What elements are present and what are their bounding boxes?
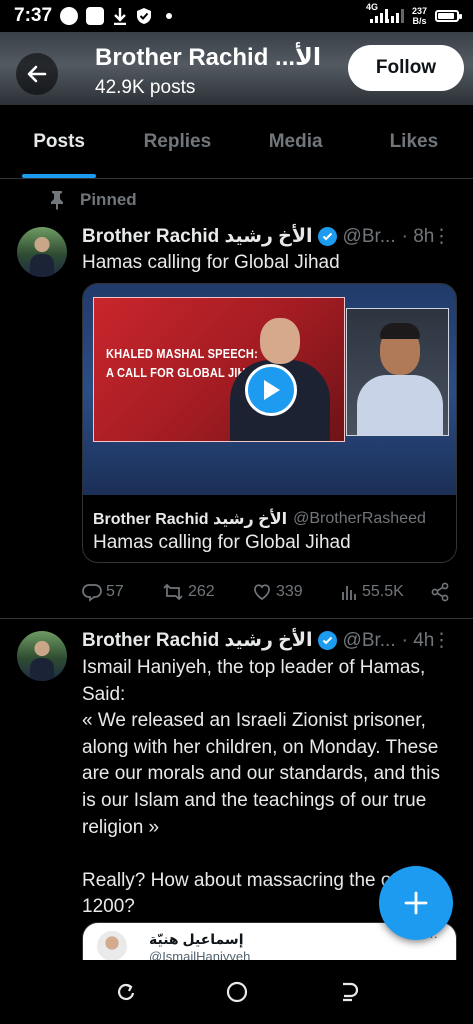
play-icon: [264, 380, 280, 400]
active-tab-indicator: [22, 174, 97, 178]
tab-label: Replies: [143, 130, 212, 152]
repost-button[interactable]: 262: [162, 582, 252, 602]
view-count: 55.5K: [362, 583, 404, 600]
g-app-icon: [60, 7, 79, 25]
like-count: 339: [276, 583, 303, 600]
battery-fill: [438, 13, 455, 19]
embed-author-name: إسماعيل هنيّة: [149, 931, 244, 947]
video-frame-left: KHALED MASHAL SPEECH: A CALL FOR GLOBAL …: [93, 297, 345, 442]
tweet-header: Brother Rachid الأخ رشيد @Br... · 8h: [82, 225, 434, 248]
net-speed-value: 237: [411, 6, 427, 16]
avatar[interactable]: [17, 227, 67, 277]
compose-post-button[interactable]: [379, 866, 453, 940]
more-notifications-dot: [166, 13, 173, 19]
tweet-time[interactable]: · 8h: [402, 226, 435, 248]
tab-media[interactable]: Media: [237, 105, 355, 178]
share-button[interactable]: [430, 582, 450, 602]
recent-apps-icon[interactable]: [114, 980, 138, 1004]
net-speed: 237 B/s: [412, 6, 427, 26]
author-handle[interactable]: @Br...: [343, 630, 396, 652]
repost-icon: [163, 583, 183, 601]
author-name[interactable]: Brother Rachid الأخ رشيد: [82, 225, 313, 248]
tab-posts[interactable]: Posts: [0, 105, 118, 178]
tab-likes[interactable]: Likes: [355, 105, 473, 178]
tweet-actions: 57 262 339 55.5K: [82, 578, 457, 606]
tweet-header: Brother Rachid الأخ رشيد @Br... · 4h: [82, 629, 434, 652]
video-frame-right: [346, 308, 449, 436]
views-chart-icon: [342, 586, 356, 600]
divider: [0, 618, 473, 619]
signal-icon-2: [385, 9, 404, 23]
tab-replies[interactable]: Replies: [118, 105, 236, 178]
status-bar: 7:37 4G 237 B/s: [0, 0, 473, 32]
pinned-label: Pinned: [80, 190, 137, 209]
play-button[interactable]: [245, 364, 297, 416]
tweet-time[interactable]: · 4h: [402, 630, 435, 652]
reply-icon: [82, 584, 102, 602]
author-name[interactable]: Brother Rachid الأخ رشيد: [82, 629, 313, 652]
quote-header: Brother Rachid الأخ رشيد @BrotherRasheed: [93, 509, 426, 529]
profile-header: Brother Rachid ...الأ 42.9K posts Follow: [0, 32, 473, 105]
post-count: 42.9K posts: [95, 77, 196, 98]
system-navigation-bar: [0, 960, 473, 1024]
more-options-icon[interactable]: ⋮: [432, 629, 451, 652]
net-speed-unit: B/s: [412, 16, 427, 26]
pin-icon: [51, 191, 63, 210]
profile-tabs: Posts Replies Media Likes: [0, 105, 473, 179]
quoted-post-card[interactable]: KHALED MASHAL SPEECH: A CALL FOR GLOBAL …: [82, 283, 457, 563]
heart-icon: [254, 584, 270, 601]
quote-text: Hamas calling for Global Jihad: [93, 532, 351, 553]
back-nav-icon[interactable]: [336, 980, 360, 1004]
shield-icon: [137, 8, 152, 24]
pinned-indicator: Pinned: [50, 190, 137, 210]
tab-label: Media: [268, 130, 323, 152]
repost-count: 262: [188, 583, 215, 600]
video-thumbnail[interactable]: KHALED MASHAL SPEECH: A CALL FOR GLOBAL …: [83, 284, 456, 495]
gamepad-icon: [86, 7, 105, 25]
share-icon: [431, 582, 449, 602]
back-button[interactable]: [16, 53, 58, 95]
home-circle-icon[interactable]: [225, 980, 249, 1004]
avatar[interactable]: [17, 631, 67, 681]
plus-icon: [404, 891, 428, 915]
download-icon: [114, 8, 127, 25]
tab-label: Posts: [33, 130, 85, 152]
reply-button[interactable]: 57: [82, 582, 162, 602]
reply-count: 57: [106, 583, 124, 600]
arrow-left-icon: [27, 65, 47, 83]
quote-author-name: Brother Rachid الأخ رشيد: [93, 511, 288, 528]
status-notification-icons: [60, 7, 173, 25]
battery-icon: [435, 10, 462, 22]
network-type: 4G: [365, 2, 378, 12]
profile-name: Brother Rachid ...الأ: [95, 44, 322, 71]
verified-badge-icon: [317, 631, 337, 650]
author-handle[interactable]: @Br...: [343, 226, 396, 248]
tweet-text: Hamas calling for Global Jihad: [82, 252, 340, 273]
verified-badge-icon: [317, 227, 337, 246]
like-button[interactable]: 339: [252, 582, 340, 602]
more-options-icon[interactable]: ⋮: [432, 225, 451, 248]
tab-label: Likes: [389, 130, 439, 152]
status-time: 7:37: [14, 5, 53, 26]
quote-author-handle: @BrotherRasheed: [293, 510, 426, 527]
follow-button[interactable]: Follow: [348, 45, 464, 91]
views-button[interactable]: 55.5K: [340, 583, 430, 601]
embed-avatar: [97, 931, 127, 961]
